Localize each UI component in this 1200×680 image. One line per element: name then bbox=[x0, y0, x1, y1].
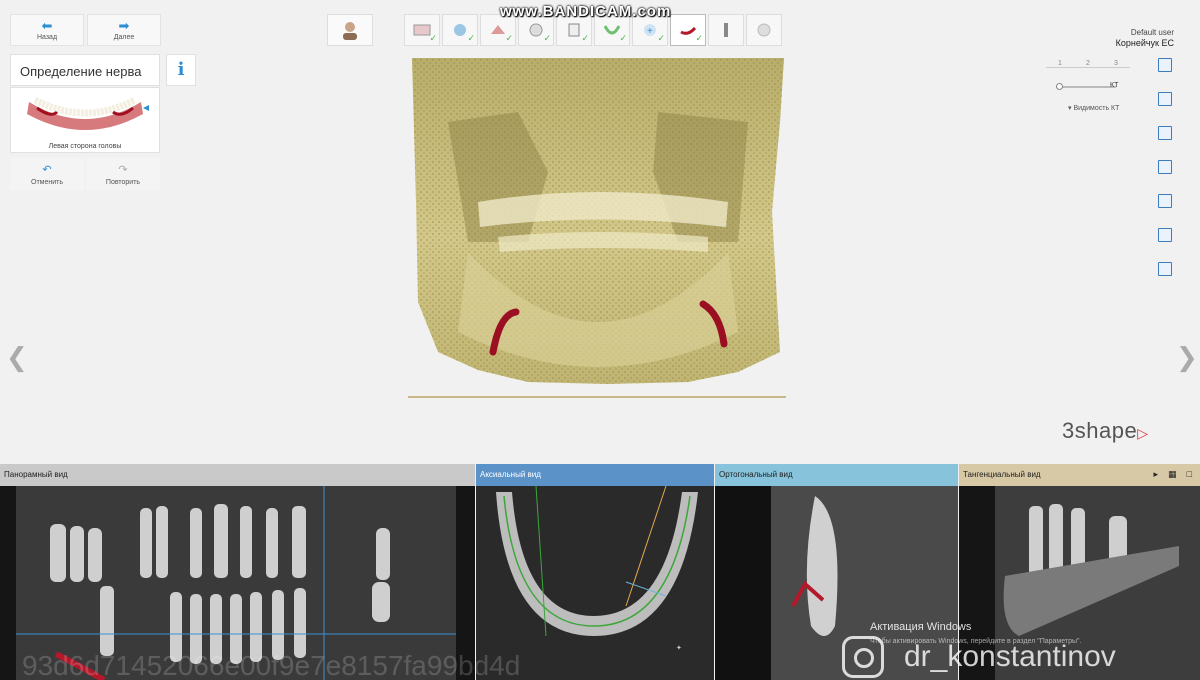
tool-view-1-icon[interactable] bbox=[1158, 58, 1172, 72]
svg-text:+: + bbox=[647, 26, 653, 37]
check-icon: ✓ bbox=[619, 33, 627, 43]
maximize-icon[interactable]: □ bbox=[1187, 469, 1192, 480]
next-label: Далее bbox=[113, 33, 135, 41]
tool-view-4-icon[interactable] bbox=[1158, 160, 1172, 174]
back-button[interactable]: ⬅ Назад bbox=[10, 14, 84, 46]
info-button[interactable]: i bbox=[166, 54, 196, 86]
axial-view-title: Аксиальный вид bbox=[476, 464, 714, 486]
orientation-icon: ✦ bbox=[676, 645, 682, 652]
undo-label: Отменить bbox=[31, 178, 63, 186]
step-nerve-icon[interactable]: ✓ bbox=[670, 14, 706, 46]
step-align-icon[interactable]: ✓ bbox=[442, 14, 478, 46]
panoramic-view-title: Панорамный вид bbox=[0, 464, 475, 486]
undo-button[interactable]: ↶ Отменить bbox=[10, 158, 84, 190]
back-label: Назад bbox=[36, 33, 58, 41]
check-icon: ✓ bbox=[505, 33, 513, 43]
brand-name: 3shape bbox=[1062, 418, 1138, 443]
user-info: Default user Корнейчук ЕС bbox=[1116, 27, 1174, 49]
check-icon: ✓ bbox=[429, 33, 437, 43]
windows-activation-sub: Чтобы активировать Windows, перейдите в … bbox=[870, 638, 1082, 645]
grid-icon[interactable]: ▦ bbox=[1168, 469, 1177, 480]
undo-icon: ↶ bbox=[42, 163, 52, 176]
user-line1: Default user bbox=[1130, 28, 1174, 37]
tool-view-7-icon[interactable] bbox=[1158, 262, 1172, 276]
brand-triangle-icon: ▷ bbox=[1137, 425, 1149, 441]
arrow-right-icon: ➡ bbox=[118, 17, 130, 33]
check-icon: ✓ bbox=[695, 33, 703, 43]
user-name: Корнейчук ЕС bbox=[1115, 38, 1174, 48]
check-icon: ✓ bbox=[467, 33, 475, 43]
chevron-left-icon[interactable]: ❮ bbox=[6, 342, 28, 373]
tool-view-5-icon[interactable] bbox=[1158, 194, 1172, 208]
3d-ct-view[interactable] bbox=[408, 52, 788, 402]
visibility-toggle[interactable]: ▾ Видимость КТ bbox=[1068, 104, 1119, 112]
tool-view-3-icon[interactable] bbox=[1158, 126, 1172, 140]
expand-icon[interactable]: ▸ bbox=[1154, 469, 1159, 480]
slider-label: КТ bbox=[1110, 82, 1119, 89]
check-icon: ✓ bbox=[657, 33, 665, 43]
tool-view-6-icon[interactable] bbox=[1158, 228, 1172, 242]
panel-title: Определение нерва bbox=[10, 54, 160, 86]
axial-view-panel[interactable]: Аксиальный вид ✦ bbox=[476, 464, 714, 680]
chevron-right-icon[interactable]: ❯ bbox=[1176, 342, 1198, 373]
slider-knob[interactable] bbox=[1056, 83, 1063, 90]
view-segments[interactable]: 1 2 3 bbox=[1046, 60, 1130, 68]
check-icon: ✓ bbox=[581, 33, 589, 43]
redo-button[interactable]: ↷ Повторить bbox=[86, 158, 160, 190]
redo-label: Повторить bbox=[105, 178, 141, 186]
check-icon: ✓ bbox=[543, 33, 551, 43]
segment-1[interactable]: 1 bbox=[1046, 60, 1074, 68]
windows-activation: Активация Windows bbox=[870, 621, 972, 633]
thumbnail-caption: Левая сторона головы bbox=[48, 143, 122, 150]
segment-3[interactable]: 3 bbox=[1102, 60, 1130, 68]
recording-watermark: www.BANDICAM.com bbox=[500, 3, 672, 20]
panel-header-tools: ▸ ▦ □ bbox=[1154, 469, 1192, 480]
tool-view-2-icon[interactable] bbox=[1158, 92, 1172, 106]
ct-slider[interactable] bbox=[1056, 83, 1116, 90]
next-button[interactable]: ➡ Далее bbox=[87, 14, 161, 46]
redo-icon: ↷ bbox=[118, 163, 128, 176]
step-globe-icon[interactable] bbox=[746, 14, 782, 46]
jaw-thumbnail-image bbox=[27, 96, 149, 130]
instagram-handle: dr_konstantinov bbox=[904, 640, 1116, 673]
visibility-label: Видимость КТ bbox=[1073, 105, 1120, 112]
step-scan-icon[interactable]: ✓ bbox=[404, 14, 440, 46]
segment-2[interactable]: 2 bbox=[1074, 60, 1102, 68]
patient-icon bbox=[343, 22, 357, 40]
orthogonal-view-title: Ортогональный вид bbox=[715, 464, 958, 486]
brand-logo: 3shape▷ bbox=[1062, 418, 1148, 444]
panoramic-view-panel[interactable]: Панорамный вид bbox=[0, 464, 475, 680]
info-icon: i bbox=[177, 59, 185, 80]
side-toolbar bbox=[1158, 58, 1174, 296]
patient-button[interactable] bbox=[327, 14, 373, 46]
arrow-left-icon: ⬅ bbox=[41, 17, 53, 33]
step-implant-icon[interactable] bbox=[708, 14, 744, 46]
view-thumbnail[interactable]: Левая сторона головы bbox=[10, 87, 160, 153]
hash-watermark: 93d6d71452066e00f9e7e8157fa99bd4d bbox=[22, 650, 521, 680]
